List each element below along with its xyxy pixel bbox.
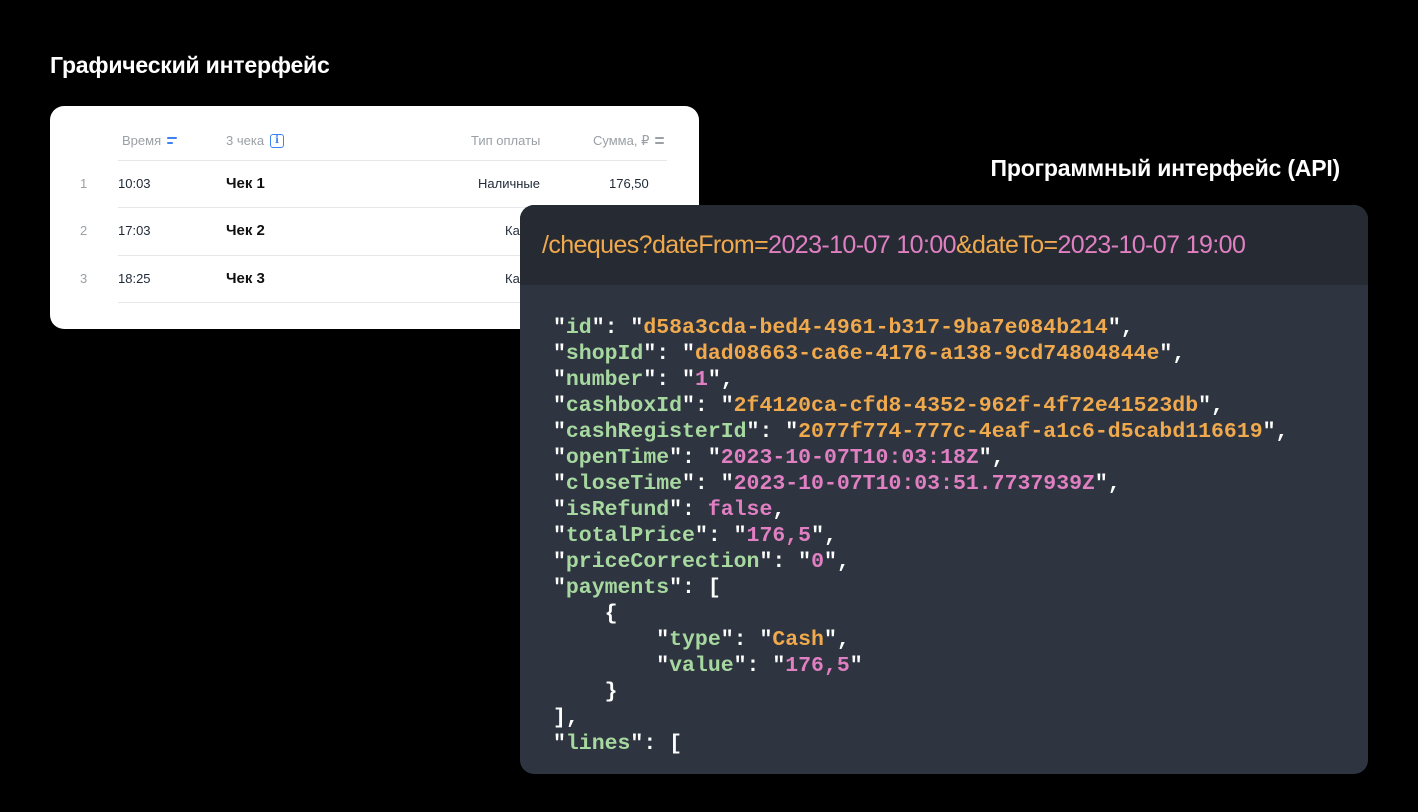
json-cashbox-id: 2f4120ca-cfd8-4352-962f-4f72e41523db <box>733 394 1199 418</box>
api-section-title: Программный интерфейс (API) <box>990 155 1341 181</box>
json-number: 1 <box>694 368 708 392</box>
json-price-correction: 0 <box>811 550 824 574</box>
row-cheque-name[interactable]: Чек 1 <box>226 160 265 207</box>
row-index: 3 <box>80 271 88 286</box>
json-payment-value: 176,5 <box>785 654 850 678</box>
column-sum-label: Сумма, ₽ <box>593 133 650 148</box>
row-payment-type: Ка <box>505 223 520 238</box>
table-row[interactable]: 1 10:03 Чек 1 Наличные 176,50 <box>50 160 699 207</box>
column-cheques-label: 3 чека <box>226 133 265 148</box>
json-close-time: 2023-10-07T10:03:51.7737939Z <box>733 472 1095 496</box>
json-payment-type: Cash <box>772 628 824 652</box>
json-is-refund: false <box>707 498 773 522</box>
url-param-from: dateFrom= <box>651 230 769 259</box>
url-separator: & <box>955 230 973 259</box>
url-param-to: dateTo= <box>972 230 1058 259</box>
row-index: 2 <box>80 223 88 238</box>
api-request-url: /cheques? dateFrom= 2023-10-07 10:00 & dateT… <box>520 205 1368 285</box>
row-divider <box>118 160 667 161</box>
column-time-label: Время <box>122 133 162 148</box>
json-cash-register-id: 2077f774-777c-4eaf-a1c6-d5cabd116619 <box>798 420 1263 444</box>
row-time: 18:25 <box>118 271 151 286</box>
column-cheques: 3 чека i <box>226 133 285 148</box>
table-header: Время 3 чека i Тип оплаты Сумма, ₽ <box>50 106 699 160</box>
column-time[interactable]: Время <box>122 133 178 148</box>
json-total-price: 176,5 <box>746 524 812 548</box>
sort-active-icon[interactable] <box>167 136 178 145</box>
row-payment-type: Ка <box>505 271 520 286</box>
json-shop-id: dad08663-ca6e-4176-a138-9cd74804844e <box>694 342 1160 366</box>
row-cheque-name[interactable]: Чек 2 <box>226 207 265 254</box>
row-sum: 176,50 <box>609 176 649 191</box>
row-payment-type: Наличные <box>478 176 540 191</box>
api-panel: /cheques? dateFrom= 2023-10-07 10:00 & dateT… <box>520 205 1368 774</box>
json-open-time: 2023-10-07T10:03:18Z <box>720 446 979 470</box>
column-sum[interactable]: Сумма, ₽ <box>593 133 666 149</box>
url-value-to: 2023-10-07 19:00 <box>1057 230 1246 259</box>
column-payment-type[interactable]: Тип оплаты <box>471 133 540 148</box>
info-icon[interactable]: i <box>270 133 285 148</box>
sort-icon[interactable] <box>655 137 666 145</box>
row-cheque-name[interactable]: Чек 3 <box>226 255 265 302</box>
url-path: /cheques? <box>542 230 653 259</box>
row-time: 10:03 <box>118 176 151 191</box>
gui-section-title: Графический интерфейс <box>50 52 330 78</box>
json-id: d58a3cda-bed4-4961-b317-9ba7e084b214 <box>643 316 1108 340</box>
row-index: 1 <box>80 176 88 191</box>
api-response-json: "id": "d58a3cda-bed4-4961-b317-9ba7e084b… <box>553 316 1289 756</box>
column-payment-type-label: Тип оплаты <box>471 133 541 148</box>
url-value-from: 2023-10-07 10:00 <box>768 230 956 259</box>
row-time: 17:03 <box>118 223 151 238</box>
